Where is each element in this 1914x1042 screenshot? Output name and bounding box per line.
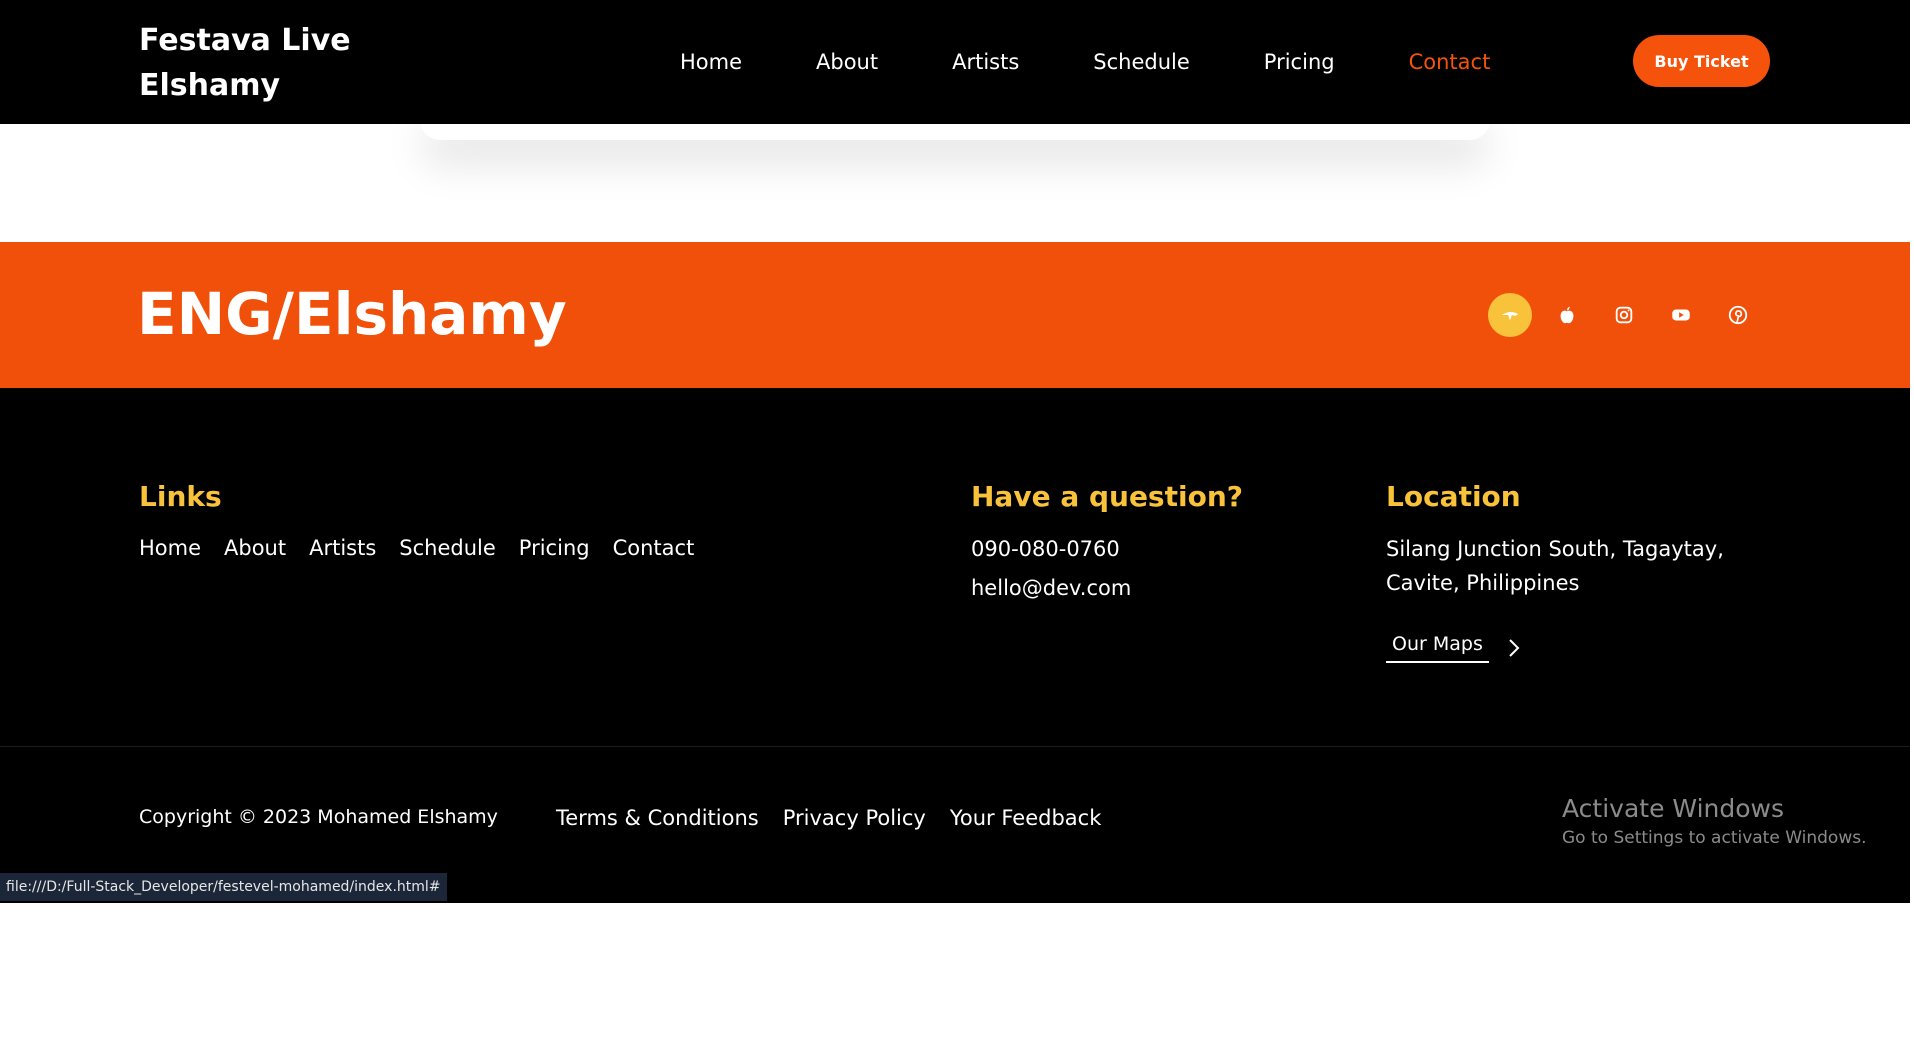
address-line-1: Silang Junction South, Tagaytay, [1386, 537, 1724, 561]
address-line-2: Cavite, Philippines [1386, 571, 1580, 595]
buy-ticket-button[interactable]: Buy Ticket [1633, 35, 1770, 87]
links-heading: Links [139, 480, 222, 513]
social-icons [1488, 293, 1773, 337]
nav-link-home[interactable]: Home [680, 50, 742, 74]
footer-link-schedule[interactable]: Schedule [399, 536, 496, 560]
instagram-icon[interactable] [1602, 293, 1646, 337]
email-link[interactable]: hello@dev.com [971, 571, 1131, 605]
activate-windows-title: Activate Windows [1562, 794, 1784, 823]
site-footer: Links Home About Artists Schedule Pricin… [0, 388, 1910, 903]
brand-line-2: Elshamy [139, 68, 281, 103]
copyright-text: Copyright © 2023 Mohamed Elshamy [139, 806, 498, 828]
footer-links: Home About Artists Schedule Pricing Cont… [139, 536, 717, 560]
app-store-icon[interactable] [1488, 293, 1532, 337]
activate-windows-subtitle: Go to Settings to activate Windows. [1562, 828, 1867, 848]
location-heading: Location [1386, 480, 1521, 513]
footer-link-contact[interactable]: Contact [613, 536, 695, 560]
brand-line-1: Festava Live [139, 23, 351, 58]
nav-link-artists[interactable]: Artists [952, 50, 1019, 74]
footer-link-about[interactable]: About [224, 536, 286, 560]
footer-banner: ENG/Elshamy [0, 242, 1910, 388]
nav-link-contact[interactable]: Contact [1409, 50, 1491, 74]
browser-status-url: file:///D:/Full-Stack_Developer/festevel… [0, 873, 447, 901]
youtube-icon[interactable] [1659, 293, 1703, 337]
our-maps-label: Our Maps [1386, 633, 1489, 663]
nav-link-about[interactable]: About [816, 50, 878, 74]
privacy-link[interactable]: Privacy Policy [783, 806, 926, 830]
question-heading: Have a question? [971, 480, 1243, 513]
footer-link-home[interactable]: Home [139, 536, 201, 560]
nav-link-pricing[interactable]: Pricing [1264, 50, 1335, 74]
brand-logo-text[interactable]: Festava Live Elshamy [139, 18, 399, 108]
nav-link-schedule[interactable]: Schedule [1093, 50, 1190, 74]
phone-link[interactable]: 090-080-0760 [971, 532, 1120, 566]
banner-title: ENG/Elshamy [137, 280, 567, 348]
footer-link-pricing[interactable]: Pricing [519, 536, 590, 560]
our-maps-link[interactable]: Our Maps [1386, 633, 1521, 663]
terms-link[interactable]: Terms & Conditions [556, 806, 759, 830]
pinterest-icon[interactable] [1716, 293, 1760, 337]
apple-icon[interactable] [1545, 293, 1589, 337]
footer-divider [0, 746, 1910, 747]
footer-link-artists[interactable]: Artists [309, 536, 376, 560]
chevron-right-icon [1509, 639, 1520, 657]
section-shadow [420, 100, 1490, 140]
feedback-link[interactable]: Your Feedback [950, 806, 1102, 830]
legal-links: Terms & Conditions Privacy Policy Your F… [556, 806, 1125, 830]
